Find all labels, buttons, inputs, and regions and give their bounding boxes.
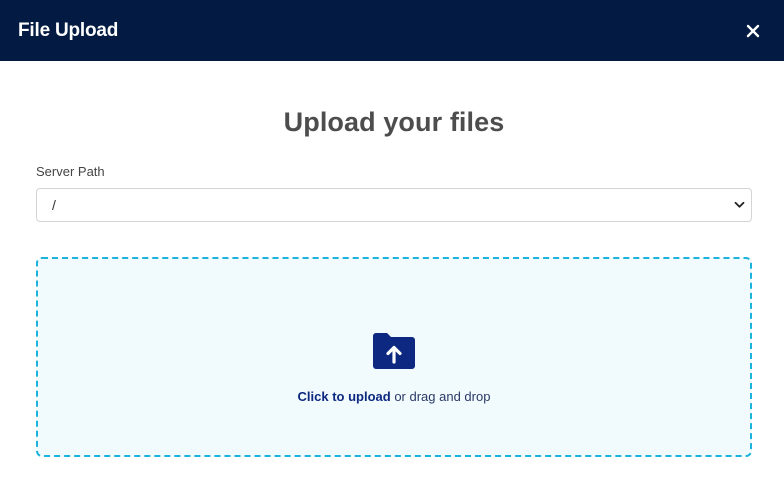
modal-header: File Upload [0,0,784,61]
modal-title: File Upload [18,19,119,41]
click-to-upload-link[interactable]: Click to upload [298,389,391,404]
modal-body: Upload your files Server Path / Click to… [0,107,784,457]
dropzone-instructions: Click to upload or drag and drop [298,389,491,404]
drag-drop-text: or drag and drop [390,389,491,404]
chevron-down-icon [733,199,745,211]
close-button[interactable] [742,20,764,42]
server-path-label: Server Path [36,164,105,179]
close-icon [746,24,760,37]
page-title: Upload your files [283,107,505,137]
file-upload-modal: File Upload Upload your files Server Pat… [0,0,784,484]
server-path-select[interactable]: / [36,188,752,222]
server-path-value: / [52,197,56,213]
folder-upload-icon [373,333,415,369]
upload-dropzone[interactable]: Click to upload or drag and drop [36,257,752,457]
